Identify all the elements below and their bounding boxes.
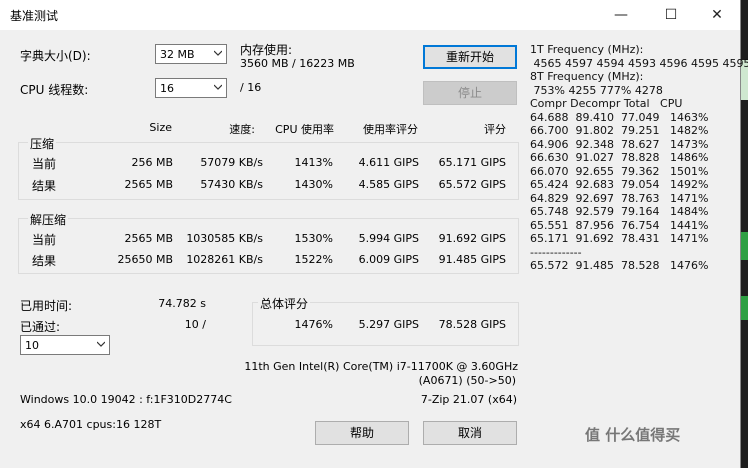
dict-size-select[interactable]: 32 MB xyxy=(155,44,227,64)
log-line: 4565 4597 4594 4593 4596 4595 4595 xyxy=(530,56,748,70)
log-line: 1T Frequency (MHz): xyxy=(530,43,644,56)
cell-speed: 1028261 KB/s xyxy=(186,253,263,266)
cell-rating-usage: 5.994 GIPS xyxy=(358,232,419,245)
elapsed-value: 74.782 s xyxy=(158,297,206,310)
os-info: Windows 10.0 19042 : f:1F310D2774C xyxy=(20,393,232,406)
cpu-threads-label: CPU 线程数: xyxy=(20,83,89,97)
cell-cpu: 1430% xyxy=(294,178,333,191)
title-bar: 基准测试 — ☐ ✕ xyxy=(0,0,740,30)
cpu-revision: (A0671) (50->50) xyxy=(418,374,516,387)
cell-cpu: 1530% xyxy=(294,232,333,245)
log-line: 8T Frequency (MHz): xyxy=(530,70,644,83)
log-line: 65.551 87.956 76.754 1441% xyxy=(530,218,709,232)
cell-rating-usage: 4.585 GIPS xyxy=(358,178,419,191)
log-line: 65.424 92.683 79.054 1492% xyxy=(530,178,709,191)
chevron-down-icon xyxy=(97,341,105,347)
compress-group xyxy=(18,142,519,200)
cell-speed: 57430 KB/s xyxy=(200,178,263,191)
passes-value: 10 / xyxy=(184,318,206,331)
background-strip xyxy=(740,296,748,320)
arch-info: x64 6.A701 cpus:16 128T xyxy=(20,418,162,431)
log-line: 66.700 91.802 79.251 1482% xyxy=(530,124,709,137)
chevron-down-icon xyxy=(214,84,222,90)
log-line: 65.748 92.579 79.164 1484% xyxy=(530,205,709,218)
cancel-button[interactable]: 取消 xyxy=(423,421,517,445)
col-rating-usage-header: 使用率评分 xyxy=(363,123,418,136)
maximize-button[interactable]: ☐ xyxy=(648,0,694,30)
cell-rating: 65.171 GIPS xyxy=(438,156,506,169)
cell-rating-usage: 6.009 GIPS xyxy=(358,253,419,266)
cell-rating: 91.485 GIPS xyxy=(438,253,506,266)
log-line: ------------- xyxy=(530,245,582,259)
cell-rating-usage: 4.611 GIPS xyxy=(358,156,419,169)
passes-select[interactable]: 10 xyxy=(20,335,110,355)
memory-value: 3560 MB / 16223 MB xyxy=(240,57,355,70)
cell-size: 25650 MB xyxy=(117,253,173,266)
cpu-threads-total: / 16 xyxy=(240,81,262,94)
cell-size: 2565 MB xyxy=(124,232,173,245)
help-button[interactable]: 帮助 xyxy=(315,421,409,445)
cpu-threads-value: 16 xyxy=(160,82,174,95)
col-cpu-header: CPU 使用率 xyxy=(275,123,334,136)
cpu-threads-select[interactable]: 16 xyxy=(155,78,227,98)
log-line: 65.572 91.485 78.528 1476% xyxy=(530,259,709,272)
cpu-model: 11th Gen Intel(R) Core(TM) i7-11700K @ 3… xyxy=(244,360,518,373)
compress-title: 压缩 xyxy=(28,135,57,152)
col-speed-header: 速度: xyxy=(229,123,255,136)
log-line: 64.688 89.410 77.049 1463% xyxy=(530,110,709,124)
log-line: 66.070 92.655 79.362 1501% xyxy=(530,164,709,178)
cell-cpu: 1413% xyxy=(294,156,333,169)
restart-button[interactable]: 重新开始 xyxy=(423,45,517,69)
total-rating-usage: 5.297 GIPS xyxy=(358,318,419,331)
minimize-button[interactable]: — xyxy=(598,0,644,30)
log-line: 753% 4255 777% 4278 xyxy=(530,83,663,97)
total-rating-title: 总体评分 xyxy=(258,295,311,312)
version-info: 7-Zip 21.07 (x64) xyxy=(420,393,517,406)
log-line: 65.171 91.692 78.431 1471% xyxy=(530,232,709,245)
col-rating-header: 评分 xyxy=(484,123,506,136)
log-line: 64.829 92.697 78.763 1471% xyxy=(530,191,709,205)
cell-rating: 91.692 GIPS xyxy=(438,232,506,245)
dict-size-label: 字典大小(D): xyxy=(20,49,91,63)
benchmark-log: 1T Frequency (MHz): 4565 4597 4594 4593 … xyxy=(530,43,748,273)
chevron-down-icon xyxy=(214,50,222,56)
row-label: 当前 xyxy=(32,233,57,247)
cell-rating: 65.572 GIPS xyxy=(438,178,506,191)
memory-label: 内存使用: xyxy=(240,43,293,57)
passes-select-value: 10 xyxy=(25,339,39,352)
watermark-logo: 值 什么值得买 xyxy=(585,426,681,444)
total-rating: 78.528 GIPS xyxy=(438,318,506,331)
row-label: 当前 xyxy=(32,157,57,171)
dict-size-value: 32 MB xyxy=(160,48,195,61)
elapsed-label: 已用时间: xyxy=(20,299,73,313)
log-line: 66.630 91.027 78.828 1486% xyxy=(530,151,709,164)
cell-size: 2565 MB xyxy=(124,178,173,191)
window-title: 基准测试 xyxy=(10,9,59,23)
log-line: 64.906 92.348 78.627 1473% xyxy=(530,137,709,151)
passes-label: 已通过: xyxy=(20,320,61,334)
row-label: 结果 xyxy=(32,179,57,193)
benchmark-window: 基准测试 — ☐ ✕ 字典大小(D): 32 MB 内存使用: 3560 MB … xyxy=(0,0,748,468)
cell-size: 256 MB xyxy=(131,156,173,169)
total-cpu: 1476% xyxy=(294,318,333,331)
cell-speed: 57079 KB/s xyxy=(200,156,263,169)
close-button[interactable]: ✕ xyxy=(694,0,740,30)
cell-speed: 1030585 KB/s xyxy=(186,232,263,245)
row-label: 结果 xyxy=(32,254,57,268)
decompress-title: 解压缩 xyxy=(28,211,69,228)
cell-cpu: 1522% xyxy=(294,253,333,266)
col-size-header: Size xyxy=(149,121,172,134)
log-line: Compr Decompr Total CPU xyxy=(530,97,683,110)
stop-button[interactable]: 停止 xyxy=(423,81,517,105)
